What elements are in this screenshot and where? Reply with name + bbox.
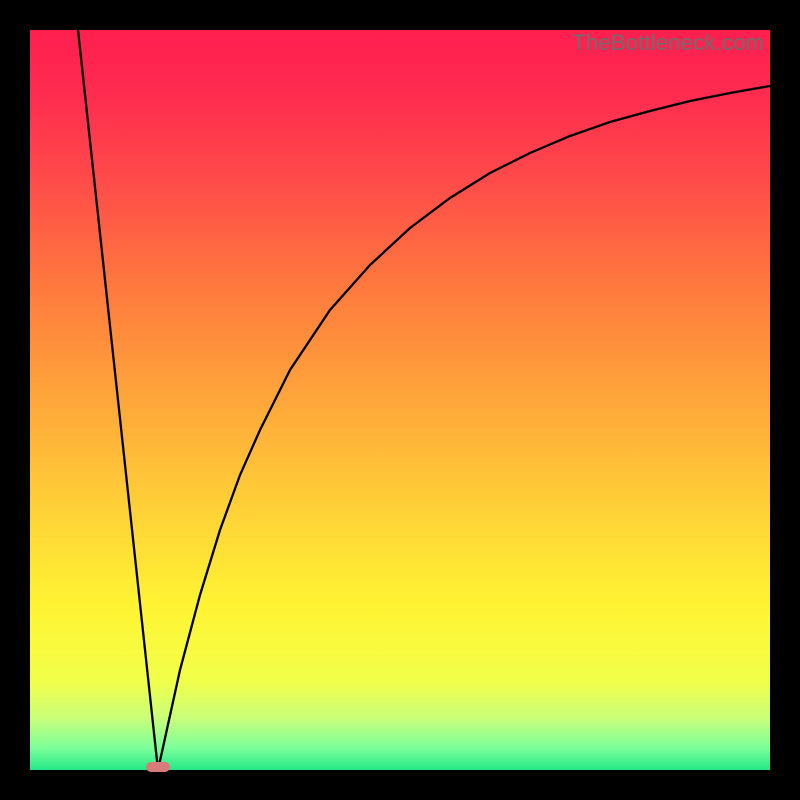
watermark-text: TheBottleneck.com [572, 30, 764, 56]
bottleneck-curve [78, 30, 770, 770]
chart-frame: TheBottleneck.com [0, 0, 800, 800]
curve-layer [30, 30, 770, 770]
optimum-marker [146, 762, 170, 772]
plot-area [30, 30, 770, 770]
